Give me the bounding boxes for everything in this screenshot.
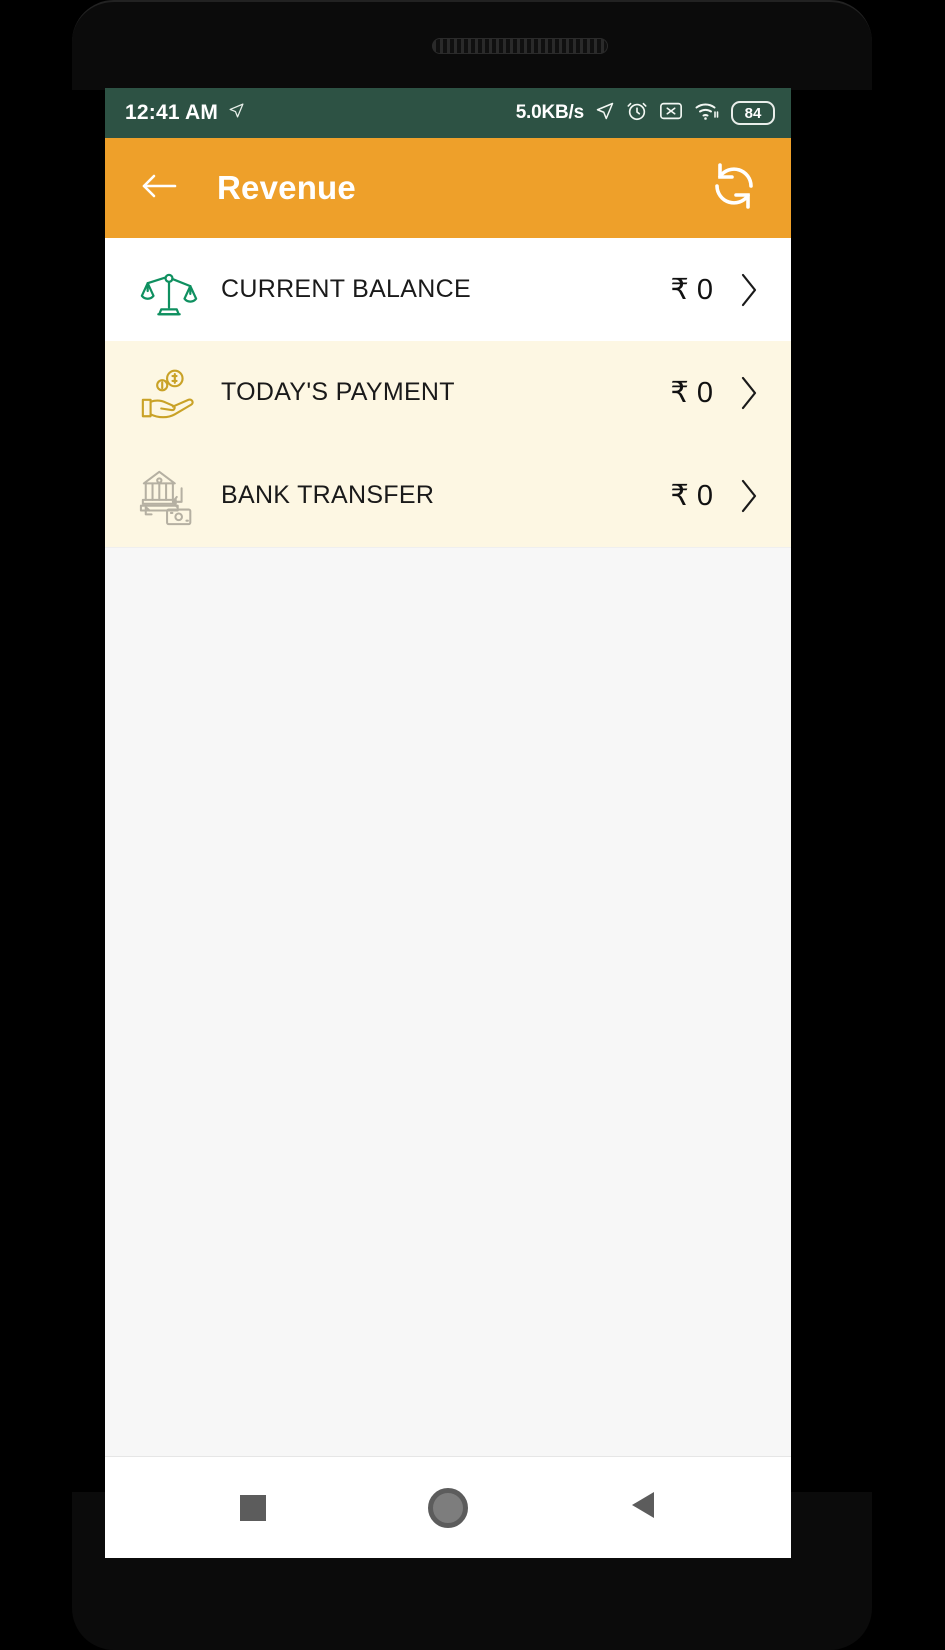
arrow-left-icon — [139, 170, 179, 207]
nav-home-button[interactable] — [408, 1468, 488, 1548]
wifi-icon — [694, 100, 720, 127]
chevron-right-icon[interactable] — [735, 272, 763, 308]
circle-icon — [427, 1487, 468, 1528]
list-item-amount: ₹ 0 — [670, 274, 713, 306]
status-clock: 12:41 AM — [125, 101, 219, 124]
sim-disabled-icon — [659, 100, 683, 127]
list-item-bank-transfer[interactable]: BANK TRANSFER ₹ 0 — [105, 444, 791, 547]
alarm-clock-icon — [626, 100, 648, 127]
earpiece-speaker-grill — [432, 38, 608, 54]
phone-screen: 12:41 AM 5.0KB/s 84 Revenue CURRENT BALA… — [105, 88, 791, 1456]
location-arrow-icon — [228, 102, 245, 124]
app-bar: Revenue — [105, 138, 791, 238]
square-icon — [239, 1494, 266, 1521]
hand-with-coins-icon — [133, 357, 205, 429]
nav-recents-button[interactable] — [213, 1468, 293, 1548]
revenue-list: CURRENT BALANCE ₹ 0 TODAY'S PAYMENT ₹ 0 … — [105, 238, 791, 1456]
device-top-bezel — [72, 0, 872, 90]
battery-indicator: 84 — [731, 101, 775, 125]
back-button[interactable] — [133, 162, 185, 214]
status-bar: 12:41 AM 5.0KB/s 84 — [105, 88, 791, 138]
empty-list-area — [105, 547, 791, 1456]
list-item-current-balance[interactable]: CURRENT BALANCE ₹ 0 — [105, 238, 791, 341]
status-bar-left: 12:41 AM — [125, 101, 245, 125]
list-item-todays-payment[interactable]: TODAY'S PAYMENT ₹ 0 — [105, 341, 791, 444]
network-speed-label: 5.0KB/s — [515, 102, 585, 123]
chevron-right-icon[interactable] — [735, 375, 763, 411]
device-frame: 12:41 AM 5.0KB/s 84 Revenue CURRENT BALA… — [0, 0, 945, 1650]
balance-scale-icon — [133, 254, 205, 326]
bank-transfer-icon — [133, 460, 205, 532]
nav-back-button[interactable] — [603, 1468, 683, 1548]
list-item-amount: ₹ 0 — [670, 377, 713, 409]
chevron-right-icon[interactable] — [735, 478, 763, 514]
location-arrow-icon — [595, 101, 615, 126]
refresh-button[interactable] — [703, 157, 765, 219]
triangle-left-icon — [628, 1489, 658, 1526]
list-item-amount: ₹ 0 — [670, 480, 713, 512]
status-bar-right: 5.0KB/s 84 — [516, 100, 775, 127]
list-item-label: TODAY'S PAYMENT — [221, 378, 455, 406]
list-item-label: BANK TRANSFER — [221, 481, 435, 509]
refresh-sync-icon — [705, 157, 763, 220]
android-navigation-bar — [105, 1456, 791, 1558]
list-item-label: CURRENT BALANCE — [221, 275, 471, 303]
page-title: Revenue — [217, 169, 356, 206]
